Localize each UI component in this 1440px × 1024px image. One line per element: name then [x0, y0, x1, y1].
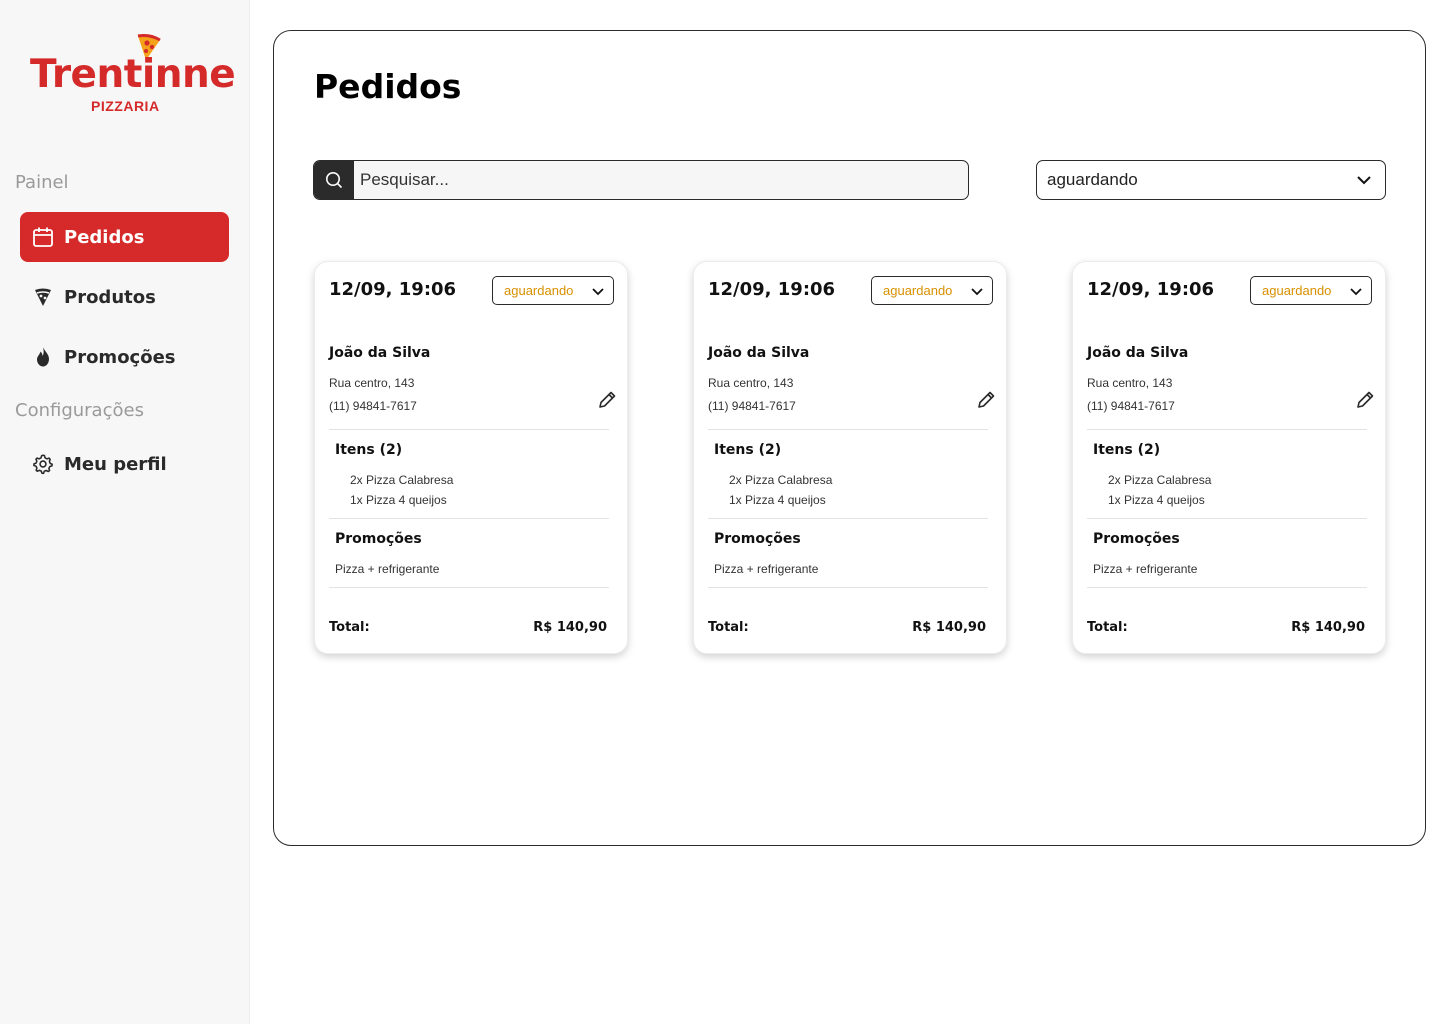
brand-logo[interactable]: Trentinne PIZZARIA	[30, 30, 236, 120]
total-value: R$ 140,90	[533, 620, 607, 635]
sidebar-item-label: Meu perfil	[64, 453, 167, 475]
status-filter-select[interactable]: aguardando	[1036, 160, 1386, 200]
sidebar: Trentinne PIZZARIA Painel Pedidos Produt…	[0, 0, 250, 1024]
promos-title: Promoções	[714, 531, 801, 547]
edit-pencil-icon[interactable]	[975, 389, 997, 411]
divider	[708, 587, 988, 588]
order-status-value: aguardando	[504, 283, 574, 298]
page-title: Pedidos	[314, 67, 462, 106]
order-card: 12/09, 19:06 aguardando João da Silva Ru…	[693, 261, 1007, 654]
sidebar-item-label: Promoções	[64, 346, 176, 368]
divider	[1087, 587, 1367, 588]
item-line: 2x Pizza Calabresa	[729, 473, 833, 487]
order-date: 12/09, 19:06	[708, 279, 836, 300]
section-label-configuracoes: Configurações	[15, 400, 144, 421]
pizza-slice-icon	[32, 286, 54, 308]
sidebar-item-label: Pedidos	[64, 226, 145, 248]
sidebar-item-label: Produtos	[64, 286, 156, 308]
order-card: 12/09, 19:06 aguardando João da Silva Ru…	[314, 261, 628, 654]
item-line: 2x Pizza Calabresa	[350, 473, 454, 487]
divider	[329, 429, 609, 430]
customer-phone: (11) 94841-7617	[329, 399, 417, 413]
item-line: 1x Pizza 4 queijos	[1108, 493, 1205, 507]
order-status-select[interactable]: aguardando	[492, 276, 614, 305]
items-title: Itens (2)	[714, 442, 782, 458]
chevron-down-icon	[1357, 176, 1371, 185]
customer-address: Rua centro, 143	[708, 376, 794, 390]
item-line: 2x Pizza Calabresa	[1108, 473, 1212, 487]
gear-icon	[32, 453, 54, 475]
sidebar-item-produtos[interactable]: Produtos	[20, 272, 229, 322]
total-value: R$ 140,90	[912, 620, 986, 635]
divider	[1087, 518, 1367, 519]
order-status-select[interactable]: aguardando	[871, 276, 993, 305]
brand-name: Trentinne	[30, 52, 236, 97]
customer-name: João da Silva	[708, 345, 810, 361]
divider	[329, 518, 609, 519]
status-filter-value: aguardando	[1047, 170, 1138, 189]
edit-pencil-icon[interactable]	[1354, 389, 1376, 411]
order-status-select[interactable]: aguardando	[1250, 276, 1372, 305]
order-date: 12/09, 19:06	[1087, 279, 1215, 300]
divider	[708, 518, 988, 519]
item-line: 1x Pizza 4 queijos	[729, 493, 826, 507]
sidebar-item-pedidos[interactable]: Pedidos	[20, 212, 229, 262]
section-label-painel: Painel	[15, 172, 69, 193]
promos-title: Promoções	[335, 531, 422, 547]
search-icon	[326, 172, 343, 189]
customer-address: Rua centro, 143	[329, 376, 415, 390]
search-button[interactable]	[314, 161, 354, 199]
search-input[interactable]	[354, 161, 968, 199]
order-card: 12/09, 19:06 aguardando João da Silva Ru…	[1072, 261, 1386, 654]
main-panel: Pedidos aguardando 12/09, 19:06 aguardan…	[273, 30, 1426, 846]
promos-title: Promoções	[1093, 531, 1180, 547]
order-status-value: aguardando	[1262, 283, 1332, 298]
promo-line: Pizza + refrigerante	[335, 562, 440, 576]
customer-phone: (11) 94841-7617	[708, 399, 796, 413]
chevron-down-icon	[1350, 287, 1362, 295]
total-value: R$ 140,90	[1291, 620, 1365, 635]
total-label: Total:	[708, 620, 749, 635]
customer-name: João da Silva	[329, 345, 431, 361]
calendar-icon	[32, 226, 54, 248]
customer-phone: (11) 94841-7617	[1087, 399, 1175, 413]
divider	[1087, 429, 1367, 430]
customer-address: Rua centro, 143	[1087, 376, 1173, 390]
order-date: 12/09, 19:06	[329, 279, 457, 300]
items-title: Itens (2)	[335, 442, 403, 458]
divider	[708, 429, 988, 430]
promo-line: Pizza + refrigerante	[1093, 562, 1198, 576]
chevron-down-icon	[971, 287, 983, 295]
item-line: 1x Pizza 4 queijos	[350, 493, 447, 507]
promo-line: Pizza + refrigerante	[714, 562, 819, 576]
order-status-value: aguardando	[883, 283, 953, 298]
sidebar-item-promocoes[interactable]: Promoções	[20, 332, 229, 382]
total-label: Total:	[329, 620, 370, 635]
edit-pencil-icon[interactable]	[596, 389, 618, 411]
chevron-down-icon	[592, 287, 604, 295]
brand-subtitle: PIZZARIA	[91, 98, 160, 114]
items-title: Itens (2)	[1093, 442, 1161, 458]
divider	[329, 587, 609, 588]
flame-icon	[32, 346, 54, 368]
total-label: Total:	[1087, 620, 1128, 635]
search-bar	[313, 160, 969, 200]
sidebar-item-meu-perfil[interactable]: Meu perfil	[20, 439, 229, 489]
customer-name: João da Silva	[1087, 345, 1189, 361]
